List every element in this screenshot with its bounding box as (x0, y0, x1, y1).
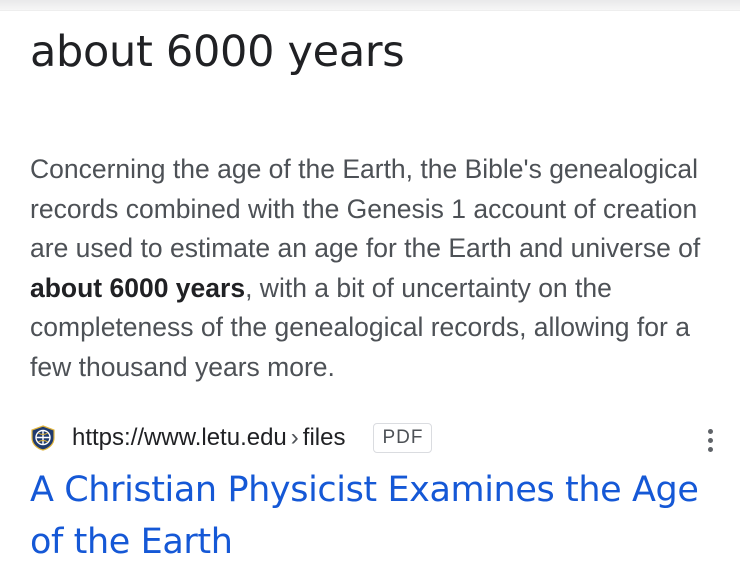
top-divider (0, 0, 740, 11)
source-path[interactable]: files (303, 424, 346, 452)
letu-shield-icon (30, 425, 56, 451)
featured-answer: about 6000 years (30, 27, 405, 77)
source-url[interactable]: https://www.letu.edu (72, 424, 287, 452)
result-title-link[interactable]: A Christian Physicist Examines the Age o… (30, 464, 720, 568)
source-row[interactable]: https://www.letu.edu › files PDF (30, 420, 720, 456)
snippet-text-before: Concerning the age of the Earth, the Bib… (30, 154, 701, 264)
more-vert-icon-dot (707, 437, 713, 443)
pdf-badge: PDF (373, 423, 433, 453)
featured-snippet-text: Concerning the age of the Earth, the Bib… (30, 150, 720, 388)
more-vert-icon-dot (707, 428, 713, 434)
more-options-button[interactable] (696, 424, 724, 456)
breadcrumb-separator: › (290, 424, 299, 451)
more-vert-icon-dot (707, 446, 713, 452)
snippet-highlight: about 6000 years (30, 272, 246, 303)
